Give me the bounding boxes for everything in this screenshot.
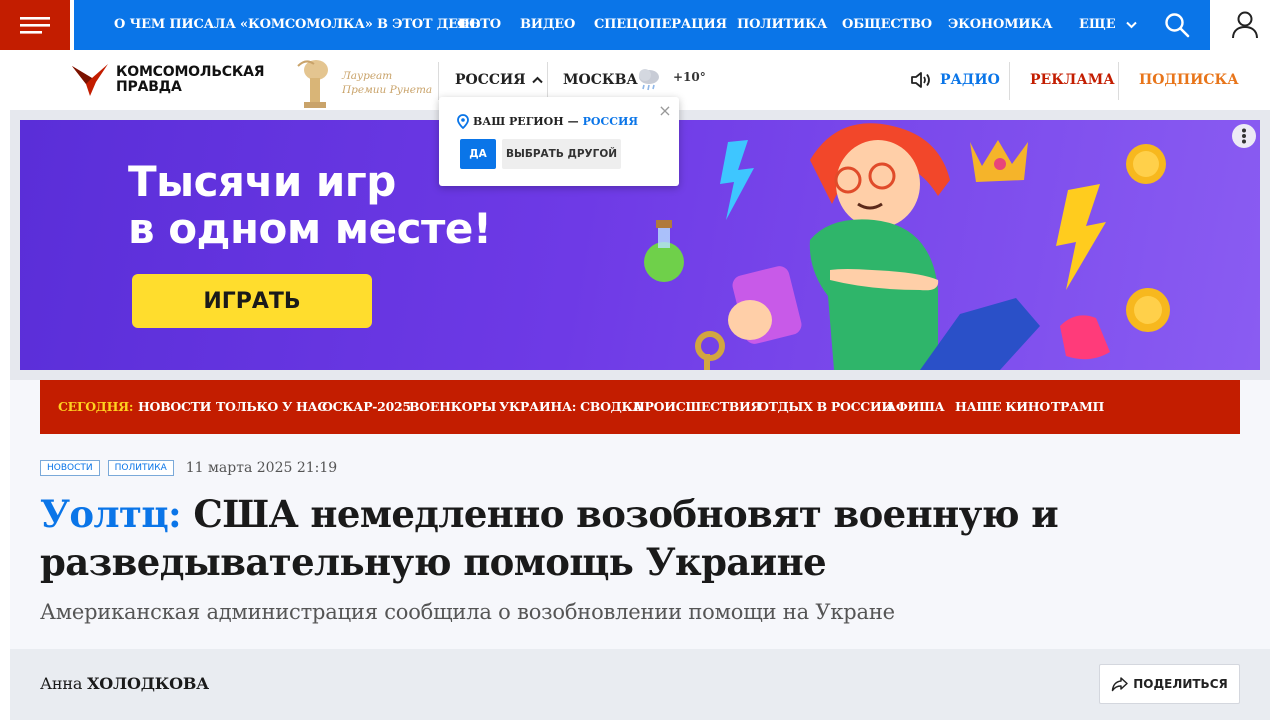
today-topic-trump[interactable]: ТРАМП — [1051, 380, 1104, 434]
author-name[interactable]: Анна ХОЛОДКОВА — [40, 674, 209, 693]
radio-link[interactable]: РАДИО — [910, 68, 1000, 92]
today-topic-afisha[interactable]: АФИША — [886, 380, 945, 434]
region-label: РОССИЯ — [455, 72, 526, 88]
site-logo[interactable]: КОМСОМОЛЬСКАЯ ПРАВДА — [70, 60, 280, 100]
temperature: +10° — [673, 70, 706, 84]
search-icon[interactable] — [1164, 12, 1190, 38]
divider — [547, 62, 548, 100]
divider — [1009, 62, 1010, 100]
menu-button[interactable] — [0, 0, 70, 50]
nav-item-economy[interactable]: ЭКОНОМИКА — [948, 0, 1053, 50]
tag-news[interactable]: НОВОСТИ — [40, 460, 100, 476]
today-topic-our-cinema[interactable]: НАШЕ КИНО — [955, 380, 1050, 434]
banner-headline: Тысячи игр в одном месте! — [128, 158, 492, 252]
tag-politics[interactable]: ПОЛИТИКА — [107, 460, 174, 476]
detected-region: РОССИЯ — [582, 115, 639, 128]
city-selector[interactable]: МОСКВА — [563, 68, 638, 92]
runet-award-badge[interactable]: Лауреат Премии Рунета — [294, 56, 434, 110]
character-hand — [728, 300, 772, 340]
region-question-label: ВАШ РЕГИОН — [473, 115, 564, 128]
runet-award-icon — [297, 60, 328, 108]
nav-item-society[interactable]: ОБЩЕСТВО — [842, 0, 932, 50]
today-topic-oscar[interactable]: ОСКАР-2025 — [322, 380, 411, 434]
nav-item-this-day[interactable]: О ЧЕМ ПИСАЛА «КОМСОМОЛКА» В ЭТОТ ДЕНЬ — [114, 0, 481, 50]
author-last-name: ХОЛОДКОВА — [87, 674, 209, 693]
headline-speaker: Уолтц: — [40, 492, 182, 536]
headline-text: США немедленно возобновят военную и разв… — [40, 492, 1059, 584]
share-button[interactable]: ПОДЕЛИТЬСЯ — [1099, 664, 1240, 704]
award-caption: Лауреат Премии Рунета — [342, 69, 432, 97]
logo-wordmark: КОМСОМОЛЬСКАЯ ПРАВДА — [116, 64, 265, 95]
advertising-link[interactable]: РЕКЛАМА — [1030, 68, 1115, 92]
nav-item-politics[interactable]: ПОЛИТИКА — [737, 0, 827, 50]
close-icon[interactable]: × — [657, 103, 673, 119]
crown-gem — [994, 158, 1006, 170]
region-confirm-popup: × ВАШ РЕГИОН — РОССИЯ ДА ВЫБРАТЬ ДРУГОЙ — [439, 97, 679, 186]
swallow-logo-icon — [72, 64, 108, 96]
region-question: ВАШ РЕГИОН — РОССИЯ — [457, 114, 638, 129]
hamburger-menu-icon — [20, 17, 50, 34]
today-topic-travel-russia[interactable]: ОТДЫХ В РОССИИ — [758, 380, 893, 434]
article-date: 11 марта 2025 21:19 — [185, 460, 338, 476]
author-bar: Анна ХОЛОДКОВА ПОДЕЛИТЬСЯ — [10, 649, 1270, 720]
subscription-link[interactable]: ПОДПИСКА — [1139, 68, 1239, 92]
city-label: МОСКВА — [563, 72, 638, 88]
character-face — [836, 140, 920, 228]
article-lead: Американская администрация сообщила о во… — [40, 600, 895, 624]
chevron-down-icon — [1125, 21, 1137, 29]
region-selector[interactable]: РОССИЯ — [455, 68, 543, 92]
author-first-name: Анна — [40, 674, 83, 693]
speaker-icon — [911, 72, 930, 88]
today-topics-bar: СЕГОДНЯ: НОВОСТИ ТОЛЬКО У НАС ОСКАР-2025… — [40, 380, 1240, 434]
divider — [438, 62, 439, 100]
choose-other-region-button[interactable]: ВЫБРАТЬ ДРУГОЙ — [502, 139, 621, 169]
region-question-dash: — — [567, 115, 579, 128]
logo-line-1: КОМСОМОЛЬСКАЯ — [116, 64, 265, 80]
today-topic-exclusive[interactable]: ТОЛЬКО У НАС — [216, 380, 327, 434]
today-topic-news[interactable]: НОВОСТИ — [138, 380, 211, 434]
character-body — [809, 219, 938, 370]
banner-headline-line-1: Тысячи игр — [128, 157, 396, 206]
lightning-icon — [1056, 184, 1106, 290]
chevron-up-icon — [531, 76, 543, 84]
today-label: СЕГОДНЯ: — [58, 399, 134, 414]
today-topic-war-correspondents[interactable]: ВОЕНКОРЫ — [409, 380, 496, 434]
user-icon[interactable] — [1228, 8, 1262, 42]
more-vertical-icon — [1242, 128, 1246, 144]
article-headline: Уолтц: США немедленно возобновят военную… — [40, 490, 1160, 586]
top-bar: О ЧЕМ ПИСАЛА «КОМСОМОЛКА» В ЭТОТ ДЕНЬ ФО… — [0, 0, 1280, 50]
play-button[interactable]: ИГРАТЬ — [132, 274, 372, 328]
nav-item-photo[interactable]: ФОТО — [457, 0, 501, 50]
radio-label: РАДИО — [940, 72, 1000, 88]
rain-cloud-icon — [639, 69, 659, 91]
logo-line-2: ПРАВДА — [116, 79, 182, 95]
nav-item-video[interactable]: ВИДЕО — [520, 0, 575, 50]
sneaker-icon — [1060, 315, 1110, 360]
confirm-region-button[interactable]: ДА — [460, 139, 496, 169]
location-pin-icon — [457, 114, 469, 129]
today-topic-ukraine-summary[interactable]: УКРАИНА: СВОДКА — [499, 380, 643, 434]
nav-item-special-operation[interactable]: СПЕЦОПЕРАЦИЯ — [594, 0, 727, 50]
award-line-1: Лауреат — [342, 70, 393, 82]
today-topic-incidents[interactable]: ПРОИСШЕСТВИЯ — [633, 380, 762, 434]
lightning-icon — [720, 140, 754, 220]
main-nav: О ЧЕМ ПИСАЛА «КОМСОМОЛКА» В ЭТОТ ДЕНЬ ФО… — [74, 0, 1210, 50]
award-line-2: Премии Рунета — [342, 84, 433, 96]
share-arrow-icon — [1111, 677, 1128, 692]
nav-more-button[interactable]: ЕЩЕ — [1079, 0, 1137, 50]
banner-headline-line-2: в одном месте! — [128, 204, 492, 253]
share-label: ПОДЕЛИТЬСЯ — [1133, 677, 1228, 691]
ad-options-button[interactable] — [1232, 124, 1256, 148]
divider — [1118, 62, 1119, 100]
nav-more-label: ЕЩЕ — [1079, 17, 1116, 32]
article-meta: НОВОСТИ ПОЛИТИКА 11 марта 2025 21:19 — [40, 459, 337, 477]
banner-illustration — [644, 123, 1170, 370]
